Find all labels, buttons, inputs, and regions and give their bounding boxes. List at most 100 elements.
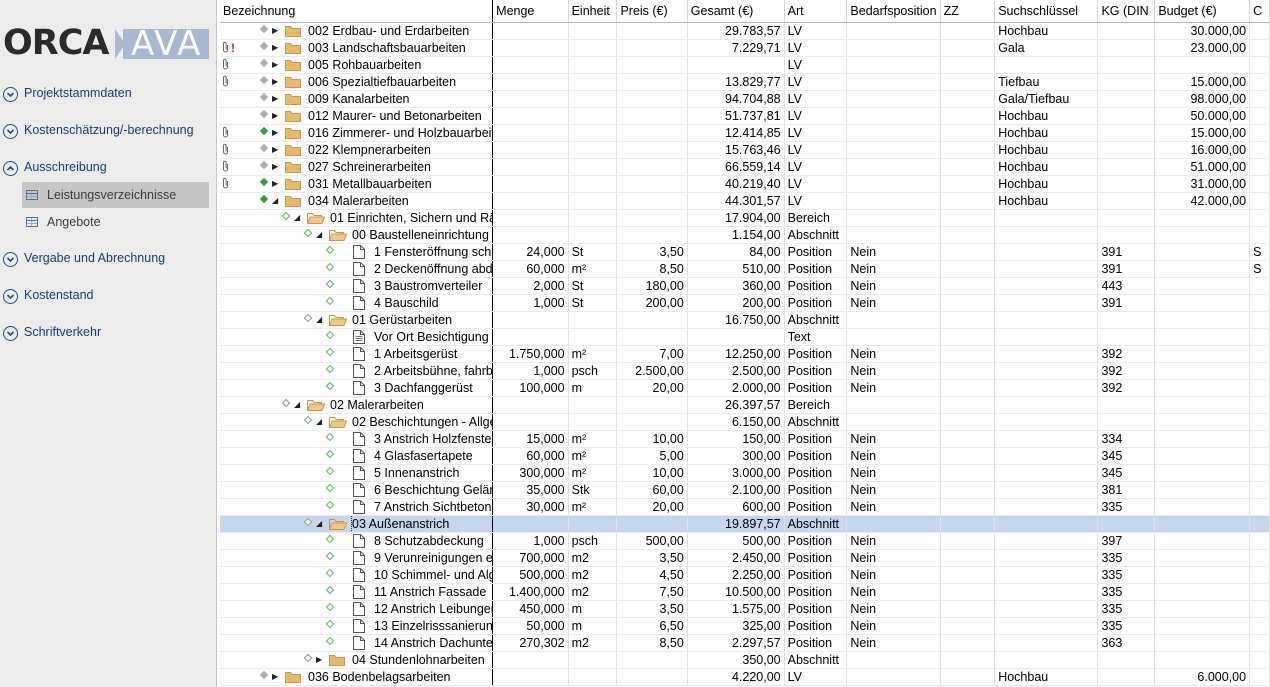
cell-preis[interactable]: 2.500,00 (616, 362, 688, 380)
cell-gesamt[interactable]: 510,00 (687, 260, 785, 278)
cell-c[interactable] (1249, 158, 1270, 176)
cell-einheit[interactable]: St (568, 277, 618, 295)
cell-budget[interactable]: 50.000,00 (1154, 107, 1251, 125)
cell-suchschluessel[interactable]: Hochbau (994, 192, 1099, 210)
cell-kg-din[interactable] (1097, 158, 1156, 176)
cell-einheit[interactable] (568, 56, 618, 74)
table-row[interactable]: ◢ 03 Außenanstrich 19.897,57 Abschnitt (220, 515, 1270, 533)
cell-zz[interactable] (940, 634, 996, 652)
cell-zz[interactable] (940, 549, 996, 567)
cell-einheit[interactable]: m² (568, 464, 618, 482)
column-header-kg-din[interactable]: KG (DIN (1097, 0, 1156, 23)
cell-gesamt[interactable]: 2.100,00 (687, 481, 785, 499)
cell-art[interactable]: LV (784, 107, 848, 125)
table-row[interactable]: ◢ 02 Beschichtungen - Allgemein 6.150,00Ab… (220, 413, 1270, 431)
table-row[interactable]: 6 Beschichtung Geländer35,000Stk60,002.1… (220, 481, 1270, 499)
table-row[interactable]: 9 Verunreinigungen entfernen700,000m23,5… (220, 549, 1270, 567)
cell-menge[interactable] (492, 226, 569, 244)
cell-budget[interactable] (1154, 396, 1251, 414)
cell-gesamt[interactable]: 2.297,57 (687, 634, 785, 652)
table-row[interactable]: ◢ 00 Baustelleneinrichtung 1.154,00 Abschni… (220, 226, 1270, 244)
cell-suchschluessel[interactable] (994, 396, 1099, 414)
cell-bezeichnung[interactable]: ◢ 01 Einrichten, Sichern und Räumen (220, 209, 494, 227)
cell-art[interactable]: LV (784, 56, 848, 74)
cell-bezeichnung[interactable]: 2 Deckenöffnung abdecken (220, 260, 494, 278)
cell-zz[interactable] (940, 396, 996, 414)
cell-c[interactable]: S (1249, 243, 1270, 261)
cell-kg-din[interactable] (1097, 209, 1156, 227)
cell-zz[interactable] (940, 175, 996, 193)
cell-kg-din[interactable] (1097, 226, 1156, 244)
cell-kg-din[interactable]: 335 (1097, 600, 1156, 618)
cell-suchschluessel[interactable] (994, 311, 1099, 329)
sidebar-item-schriftverkehr[interactable]: Schriftverkehr (0, 323, 217, 345)
cell-bezeichnung[interactable]: 6 Beschichtung Geländer (220, 481, 494, 499)
cell-art[interactable]: Position (784, 277, 848, 295)
cell-menge[interactable]: 450,000 (492, 600, 569, 618)
sidebar-item-vergabe[interactable]: Vergabe und Abrechnung (0, 249, 217, 271)
cell-menge[interactable] (492, 141, 569, 159)
table-row[interactable]: 14 Anstrich Dachuntersicht270,302m28,502… (220, 634, 1270, 652)
cell-kg-din[interactable] (1097, 124, 1156, 142)
cell-art[interactable]: LV (784, 124, 848, 142)
cell-bedarfsposition[interactable]: Nein (846, 634, 941, 652)
cell-budget[interactable] (1154, 583, 1251, 601)
table-row[interactable]: 2 Deckenöffnung abdecken60,000m²8,50510,… (220, 260, 1270, 278)
cell-einheit[interactable] (568, 192, 618, 210)
cell-bedarfsposition[interactable]: Nein (846, 243, 941, 261)
cell-gesamt[interactable]: 17.904,00 (687, 209, 785, 227)
column-header-art[interactable]: Art (784, 0, 848, 23)
cell-menge[interactable] (492, 515, 569, 533)
cell-menge[interactable]: 1,000 (492, 532, 569, 550)
cell-bedarfsposition[interactable] (846, 192, 941, 210)
cell-budget[interactable] (1154, 617, 1251, 635)
cell-budget[interactable]: 6.000,00 (1154, 668, 1251, 686)
cell-kg-din[interactable] (1097, 22, 1156, 40)
cell-menge[interactable]: 700,000 (492, 549, 569, 567)
cell-menge[interactable]: 15,000 (492, 430, 569, 448)
cell-suchschluessel[interactable] (994, 362, 1099, 380)
cell-budget[interactable] (1154, 56, 1251, 74)
cell-suchschluessel[interactable]: Gala (994, 39, 1099, 57)
cell-c[interactable] (1249, 192, 1270, 210)
cell-einheit[interactable] (568, 668, 618, 686)
cell-kg-din[interactable]: 335 (1097, 566, 1156, 584)
cell-art[interactable]: Position (784, 532, 848, 550)
cell-einheit[interactable] (568, 90, 618, 108)
cell-c[interactable] (1249, 90, 1270, 108)
table-row[interactable]: 7 Anstrich Sichtbeton 30,000 m² 20,00 600,00… (220, 498, 1270, 516)
table-row[interactable]: ▶ 005 Rohbauarbeiten LV (220, 56, 1270, 74)
cell-menge[interactable] (492, 175, 569, 193)
table-row[interactable]: ▶ 04 Stundenlohnarbeiten 350,00 Abschnitt (220, 651, 1270, 669)
cell-gesamt[interactable]: 2.500,00 (687, 362, 785, 380)
cell-preis[interactable] (616, 328, 688, 346)
cell-bedarfsposition[interactable] (846, 22, 941, 40)
cell-suchschluessel[interactable] (994, 294, 1099, 312)
cell-preis[interactable]: 7,50 (616, 583, 688, 601)
cell-gesamt[interactable]: 300,00 (687, 447, 785, 465)
cell-art[interactable]: Position (784, 345, 848, 363)
cell-budget[interactable] (1154, 226, 1251, 244)
cell-gesamt[interactable]: 3.000,00 (687, 464, 785, 482)
table-row[interactable]: 3 Anstrich Holzfenster 15,000 m² 10,00 150,0… (220, 430, 1270, 448)
expand-arrow-icon[interactable]: ▶ (272, 57, 278, 73)
cell-bezeichnung[interactable]: ! ▶ 003 Landschaftsbauarbeiten (220, 39, 494, 57)
cell-art[interactable]: Bereich (784, 209, 848, 227)
cell-bezeichnung[interactable]: ◢ 034 Malerarbeiten (220, 192, 494, 210)
cell-art[interactable]: Position (784, 464, 848, 482)
cell-bezeichnung[interactable]: 3 Dachfanggerüst (220, 379, 494, 397)
cell-einheit[interactable]: St (568, 243, 618, 261)
cell-budget[interactable] (1154, 413, 1251, 431)
cell-budget[interactable]: 16.000,00 (1154, 141, 1251, 159)
cell-c[interactable] (1249, 56, 1270, 74)
cell-menge[interactable]: 270,302 (492, 634, 569, 652)
collapse-arrow-icon[interactable]: ◢ (294, 397, 300, 413)
column-header-suchschluessel[interactable]: Suchschlüssel (994, 0, 1099, 23)
cell-c[interactable] (1249, 634, 1270, 652)
cell-preis[interactable]: 20,00 (616, 498, 688, 516)
column-header-budget[interactable]: Budget (€) (1154, 0, 1251, 23)
cell-bezeichnung[interactable]: 14 Anstrich Dachuntersicht (220, 634, 494, 652)
cell-menge[interactable] (492, 56, 569, 74)
cell-preis[interactable] (616, 226, 688, 244)
cell-bedarfsposition[interactable]: Nein (846, 600, 941, 618)
